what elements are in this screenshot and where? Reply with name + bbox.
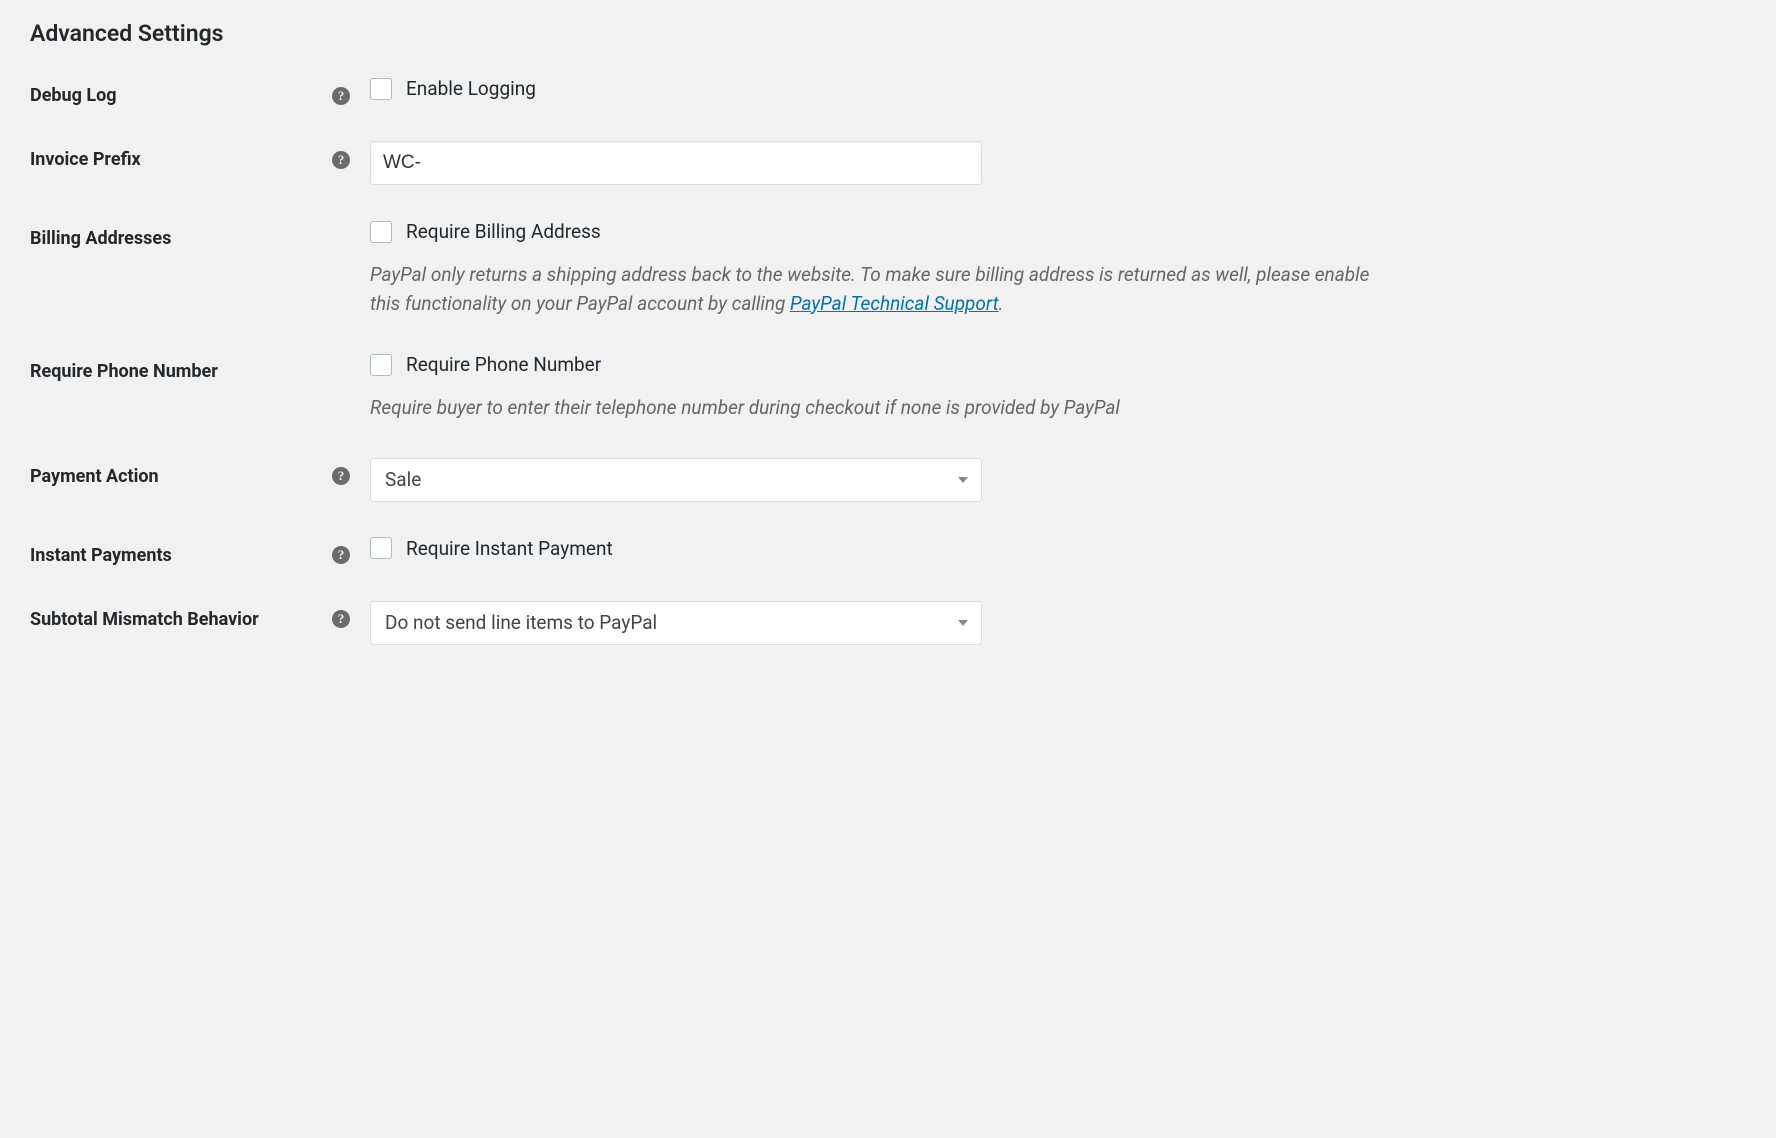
help-icon[interactable]: ?	[332, 546, 350, 564]
require-phone-label: Require Phone Number	[30, 361, 218, 382]
payment-action-label: Payment Action	[30, 466, 159, 487]
instant-payments-label: Instant Payments	[30, 545, 172, 566]
help-spacer	[332, 363, 350, 381]
payment-action-select[interactable]: Sale	[370, 458, 982, 502]
billing-addresses-checkbox[interactable]	[370, 221, 392, 243]
debug-log-checkbox-label: Enable Logging	[406, 77, 536, 100]
paypal-support-link[interactable]: PayPal Technical Support	[790, 292, 999, 315]
label-cell: Require Phone Number	[30, 353, 370, 382]
control-cell: Do not send line items to PayPal	[370, 601, 1385, 645]
require-phone-description: Require buyer to enter their telephone n…	[370, 394, 1385, 423]
control-cell	[370, 141, 1385, 185]
subtotal-mismatch-label: Subtotal Mismatch Behavior	[30, 609, 259, 630]
billing-addresses-checkbox-label: Require Billing Address	[406, 220, 601, 243]
help-spacer	[332, 230, 350, 248]
help-icon[interactable]: ?	[332, 87, 350, 105]
row-payment-action: Payment Action ? Sale	[30, 458, 1746, 502]
label-cell: Invoice Prefix ?	[30, 141, 370, 170]
billing-addresses-label: Billing Addresses	[30, 228, 171, 249]
control-cell: Require Billing Address PayPal only retu…	[370, 220, 1385, 318]
control-cell: Require Instant Payment	[370, 537, 1385, 560]
instant-payments-checkbox-wrap[interactable]: Require Instant Payment	[370, 537, 1385, 560]
label-cell: Instant Payments ?	[30, 537, 370, 566]
control-cell: Require Phone Number Require buyer to en…	[370, 353, 1385, 423]
label-cell: Payment Action ?	[30, 458, 370, 487]
instant-payments-checkbox[interactable]	[370, 537, 392, 559]
billing-addresses-checkbox-wrap[interactable]: Require Billing Address	[370, 220, 1385, 243]
require-phone-checkbox-wrap[interactable]: Require Phone Number	[370, 353, 1385, 376]
require-phone-checkbox[interactable]	[370, 354, 392, 376]
instant-payments-checkbox-label: Require Instant Payment	[406, 537, 613, 560]
row-billing-addresses: Billing Addresses Require Billing Addres…	[30, 220, 1746, 318]
label-cell: Debug Log ?	[30, 77, 370, 106]
billing-addresses-description: PayPal only returns a shipping address b…	[370, 261, 1385, 318]
settings-form: Debug Log ? Enable Logging Invoice Prefi…	[30, 77, 1746, 645]
control-cell: Sale	[370, 458, 1385, 502]
section-title: Advanced Settings	[30, 20, 1746, 47]
require-phone-checkbox-label: Require Phone Number	[406, 353, 601, 376]
help-icon[interactable]: ?	[332, 467, 350, 485]
row-subtotal-mismatch: Subtotal Mismatch Behavior ? Do not send…	[30, 601, 1746, 645]
row-debug-log: Debug Log ? Enable Logging	[30, 77, 1746, 106]
control-cell: Enable Logging	[370, 77, 1385, 100]
help-icon[interactable]: ?	[332, 151, 350, 169]
row-invoice-prefix: Invoice Prefix ?	[30, 141, 1746, 185]
invoice-prefix-label: Invoice Prefix	[30, 149, 141, 170]
label-cell: Subtotal Mismatch Behavior ?	[30, 601, 370, 630]
payment-action-value: Sale	[385, 468, 421, 491]
debug-log-label: Debug Log	[30, 85, 117, 106]
help-icon[interactable]: ?	[332, 610, 350, 628]
label-cell: Billing Addresses	[30, 220, 370, 249]
subtotal-mismatch-value: Do not send line items to PayPal	[385, 611, 657, 634]
row-require-phone: Require Phone Number Require Phone Numbe…	[30, 353, 1746, 423]
desc-text-post: .	[999, 292, 1004, 315]
payment-action-select-wrap[interactable]: Sale	[370, 458, 982, 502]
subtotal-mismatch-select-wrap[interactable]: Do not send line items to PayPal	[370, 601, 982, 645]
debug-log-checkbox-wrap[interactable]: Enable Logging	[370, 77, 1385, 100]
invoice-prefix-input[interactable]	[370, 141, 982, 185]
row-instant-payments: Instant Payments ? Require Instant Payme…	[30, 537, 1746, 566]
debug-log-checkbox[interactable]	[370, 78, 392, 100]
subtotal-mismatch-select[interactable]: Do not send line items to PayPal	[370, 601, 982, 645]
